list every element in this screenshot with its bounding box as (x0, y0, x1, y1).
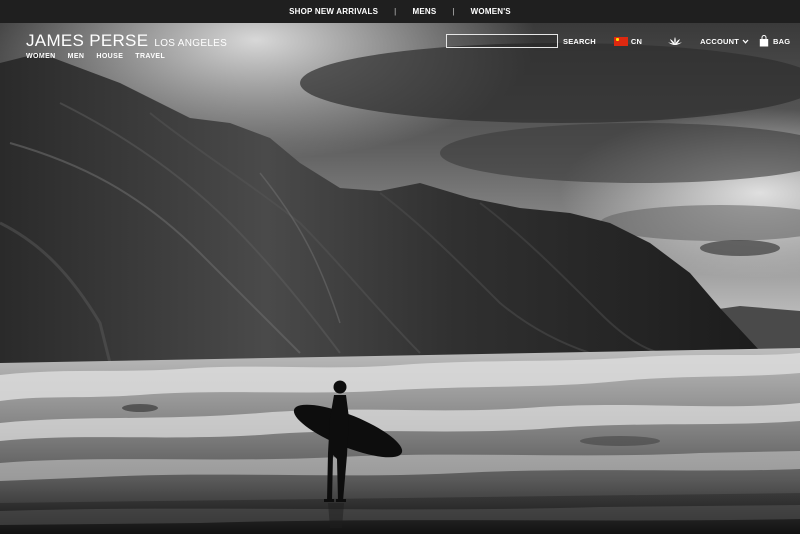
mens-link[interactable]: MENS (412, 7, 436, 16)
promo-bar: SHOP NEW ARRIVALS | MENS | WOMEN'S (0, 0, 800, 23)
utility-nav: SEARCH CN ACCOUNT BAG (446, 33, 790, 49)
hero-scene (0, 23, 800, 534)
bag-button[interactable]: BAG (759, 35, 790, 47)
brand-name: JAMES PERSE (26, 31, 149, 50)
shop-new-arrivals-link[interactable]: SHOP NEW ARRIVALS (289, 7, 378, 16)
nav-item-men[interactable]: MEN (68, 53, 85, 60)
account-menu[interactable]: ACCOUNT (700, 37, 749, 46)
nav-item-house[interactable]: HOUSE (96, 53, 123, 60)
search-button[interactable]: SEARCH (563, 37, 596, 46)
nav-item-travel[interactable]: TRAVEL (135, 53, 165, 60)
page: SHOP NEW ARRIVALS | MENS | WOMEN'S JAMES… (0, 0, 800, 534)
brand-logo[interactable]: JAMES PERSE LOS ANGELES (26, 31, 227, 51)
bag-label: BAG (773, 36, 791, 46)
promo-separator: | (394, 7, 397, 16)
china-flag-icon[interactable] (613, 36, 628, 46)
lotus-icon[interactable] (668, 36, 683, 46)
shopping-bag-icon (759, 35, 769, 47)
hero-image (0, 23, 800, 534)
country-selector[interactable]: CN (631, 37, 642, 46)
search-input[interactable] (446, 34, 558, 48)
chevron-down-icon (742, 38, 749, 45)
nav-item-women[interactable]: WOMEN (26, 53, 56, 60)
promo-separator: | (452, 7, 455, 16)
account-label: ACCOUNT (700, 36, 740, 46)
womens-link[interactable]: WOMEN'S (471, 7, 511, 16)
brand-location: LOS ANGELES (154, 38, 228, 49)
main-nav: WOMEN MEN HOUSE TRAVEL (26, 53, 165, 60)
